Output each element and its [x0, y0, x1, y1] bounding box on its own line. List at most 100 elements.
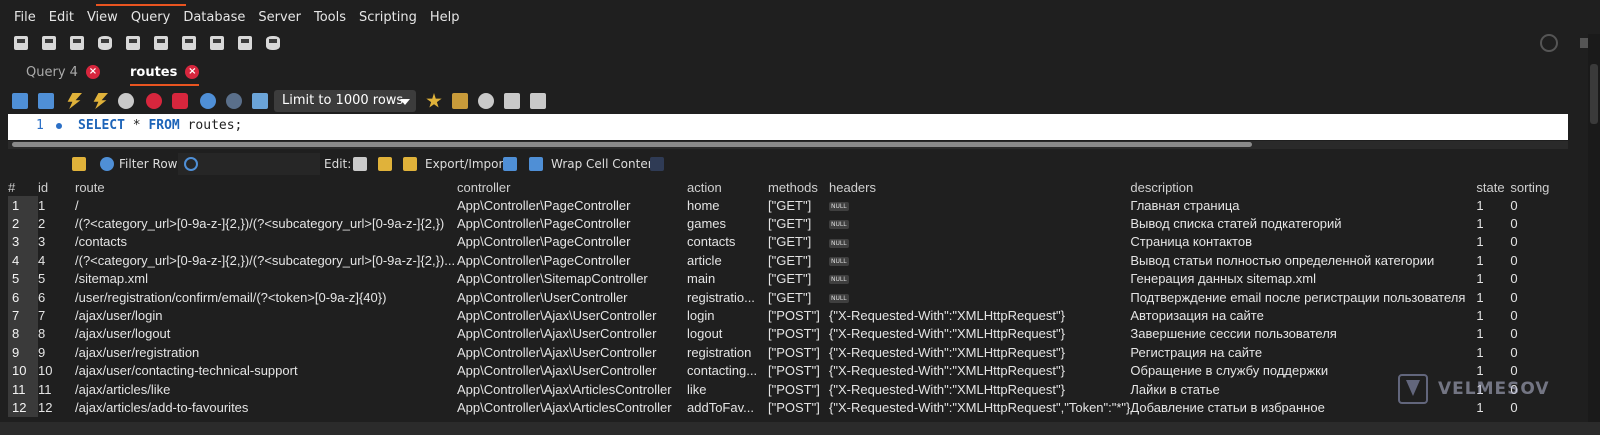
cell-headers[interactable]: NULL — [829, 270, 1130, 288]
menu-file[interactable]: File — [14, 10, 36, 25]
table-row[interactable]: 3 3 /contacts App\Controller\PageControl… — [8, 232, 1568, 252]
vertical-scrollbar[interactable] — [1588, 34, 1600, 424]
search-icon[interactable] — [478, 93, 494, 109]
toggle-error-icon[interactable] — [172, 93, 188, 109]
column-header-route[interactable]: route — [75, 178, 457, 196]
cell-controller[interactable]: App\Controller\PageController — [457, 196, 687, 214]
cell-route[interactable]: /contacts — [75, 233, 457, 251]
panel-toggle-icon[interactable] — [1580, 38, 1588, 48]
cell-id[interactable]: 6 — [38, 288, 75, 306]
reconnect-icon[interactable] — [264, 34, 282, 52]
cell-description[interactable]: Вывод списка статей подкатегорий — [1130, 214, 1476, 232]
cell-id[interactable]: 9 — [38, 343, 75, 361]
table-row[interactable]: 4 4 /(?<category_url>[0-9a-z-]{2,})/(?<s… — [8, 251, 1568, 270]
table-row[interactable]: 5 5 /sitemap.xml App\Controller\SitemapC… — [8, 269, 1568, 288]
cell-route[interactable]: /ajax/user/registration — [75, 343, 457, 361]
cell-headers[interactable]: NULL — [829, 251, 1130, 269]
cell-id[interactable]: 8 — [38, 325, 75, 343]
cell-controller[interactable]: App\Controller\PageController — [457, 233, 687, 251]
explain-icon[interactable] — [118, 93, 134, 109]
cell-headers[interactable]: {"X-Requested-With":"XMLHttpRequest"} — [829, 343, 1130, 361]
execute-icon[interactable] — [67, 93, 82, 109]
cell-route[interactable]: /ajax/articles/like — [75, 380, 457, 398]
cell-description[interactable]: Авторизация на сайте — [1130, 306, 1476, 324]
refresh-icon[interactable] — [100, 157, 114, 171]
delete-row-icon[interactable] — [403, 157, 417, 171]
table-row[interactable]: 2 2 /(?<category_url>[0-9a-z-]{2,})/(?<s… — [8, 214, 1568, 233]
cell-action[interactable]: login — [687, 306, 768, 324]
cell-description[interactable]: Регистрация на сайте — [1130, 343, 1476, 361]
cell-action[interactable]: like — [687, 380, 768, 398]
cell-description[interactable]: Завершение сессии пользователя — [1130, 325, 1476, 343]
inspector-icon[interactable] — [68, 34, 86, 52]
column-header-state[interactable]: state — [1476, 178, 1510, 196]
cell-route[interactable]: /sitemap.xml — [75, 270, 457, 288]
cell-route[interactable]: /user/registration/confirm/email/(?<toke… — [75, 288, 457, 306]
autocommit-icon[interactable] — [252, 93, 268, 109]
grid-horizontal-scrollbar[interactable] — [0, 422, 1600, 435]
cell-methods[interactable]: ["GET"] — [768, 288, 829, 306]
cell-sorting[interactable]: 0 — [1510, 306, 1568, 324]
cell-sorting[interactable]: 0 — [1510, 288, 1568, 306]
column-header-rownum[interactable]: # — [8, 178, 38, 196]
cell-id[interactable]: 10 — [38, 362, 75, 380]
cell-route[interactable]: /ajax/articles/add-to-favourites — [75, 398, 457, 416]
cell-description[interactable]: Страница контактов — [1130, 233, 1476, 251]
cell-methods[interactable]: ["GET"] — [768, 214, 829, 232]
commit-icon[interactable] — [200, 93, 216, 109]
table-row[interactable]: 1 1 / App\Controller\PageController home… — [8, 196, 1568, 215]
invisible-chars-icon[interactable] — [504, 93, 520, 109]
create-schema-icon[interactable] — [96, 34, 114, 52]
cell-id[interactable]: 2 — [38, 214, 75, 232]
cell-sorting[interactable]: 0 — [1510, 214, 1568, 232]
cell-id[interactable]: 7 — [38, 306, 75, 324]
cell-route[interactable]: /ajax/user/login — [75, 306, 457, 324]
menu-database[interactable]: Database — [183, 10, 245, 25]
search-table-icon[interactable] — [236, 34, 254, 52]
cell-controller[interactable]: App\Controller\Ajax\ArticlesController — [457, 380, 687, 398]
create-procedure-icon[interactable] — [180, 34, 198, 52]
stop-icon[interactable] — [146, 93, 162, 109]
column-header-id[interactable]: id — [38, 178, 75, 196]
table-row[interactable]: 9 9 /ajax/user/registration App\Controll… — [8, 343, 1568, 362]
new-sql-tab-icon[interactable] — [12, 34, 30, 52]
cell-id[interactable]: 12 — [38, 398, 75, 416]
find-replace-icon[interactable] — [452, 93, 468, 109]
row-number[interactable]: 3 — [8, 232, 38, 252]
row-number[interactable]: 10 — [8, 361, 38, 380]
cell-methods[interactable]: ["POST"] — [768, 306, 829, 324]
row-number[interactable]: 6 — [8, 287, 38, 307]
column-header-sorting[interactable]: sorting — [1510, 178, 1568, 196]
cell-action[interactable]: main — [687, 270, 768, 288]
table-row[interactable]: 11 11 /ajax/articles/like App\Controller… — [8, 379, 1568, 399]
cell-state[interactable]: 1 — [1476, 288, 1510, 306]
cell-headers[interactable]: NULL — [829, 214, 1130, 232]
table-row[interactable]: 10 10 /ajax/user/contacting-technical-su… — [8, 361, 1568, 380]
cell-methods[interactable]: ["POST"] — [768, 398, 829, 416]
cell-controller[interactable]: App\Controller\Ajax\UserController — [457, 343, 687, 361]
row-number[interactable]: 5 — [8, 269, 38, 288]
cell-sorting[interactable]: 0 — [1510, 343, 1568, 361]
cell-state[interactable]: 1 — [1476, 251, 1510, 269]
cell-controller[interactable]: App\Controller\Ajax\ArticlesController — [457, 398, 687, 416]
cell-methods[interactable]: ["GET"] — [768, 270, 829, 288]
cell-controller[interactable]: App\Controller\Ajax\UserController — [457, 306, 687, 324]
create-function-icon[interactable] — [208, 34, 226, 52]
cell-description[interactable]: Подтверждение email после регистрации по… — [1130, 288, 1476, 306]
cell-action[interactable]: addToFav... — [687, 398, 768, 416]
menu-query[interactable]: Query — [131, 10, 171, 25]
cell-headers[interactable]: {"X-Requested-With":"XMLHttpRequest"} — [829, 325, 1130, 343]
cell-methods[interactable]: ["POST"] — [768, 362, 829, 380]
menu-scripting[interactable]: Scripting — [359, 10, 417, 25]
export-icon[interactable] — [503, 157, 517, 171]
tab-routes[interactable]: routes × — [130, 58, 200, 86]
cell-methods[interactable]: ["POST"] — [768, 380, 829, 398]
execute-current-icon[interactable] — [93, 93, 108, 109]
cell-action[interactable]: contacting... — [687, 362, 768, 380]
cell-sorting[interactable]: 0 — [1510, 251, 1568, 269]
menu-view[interactable]: View — [87, 10, 118, 25]
cell-description[interactable]: Вывод статьи полностью определенной кате… — [1130, 251, 1476, 269]
column-header-methods[interactable]: methods — [768, 178, 829, 196]
rollback-icon[interactable] — [226, 93, 242, 109]
cell-action[interactable]: contacts — [687, 233, 768, 251]
